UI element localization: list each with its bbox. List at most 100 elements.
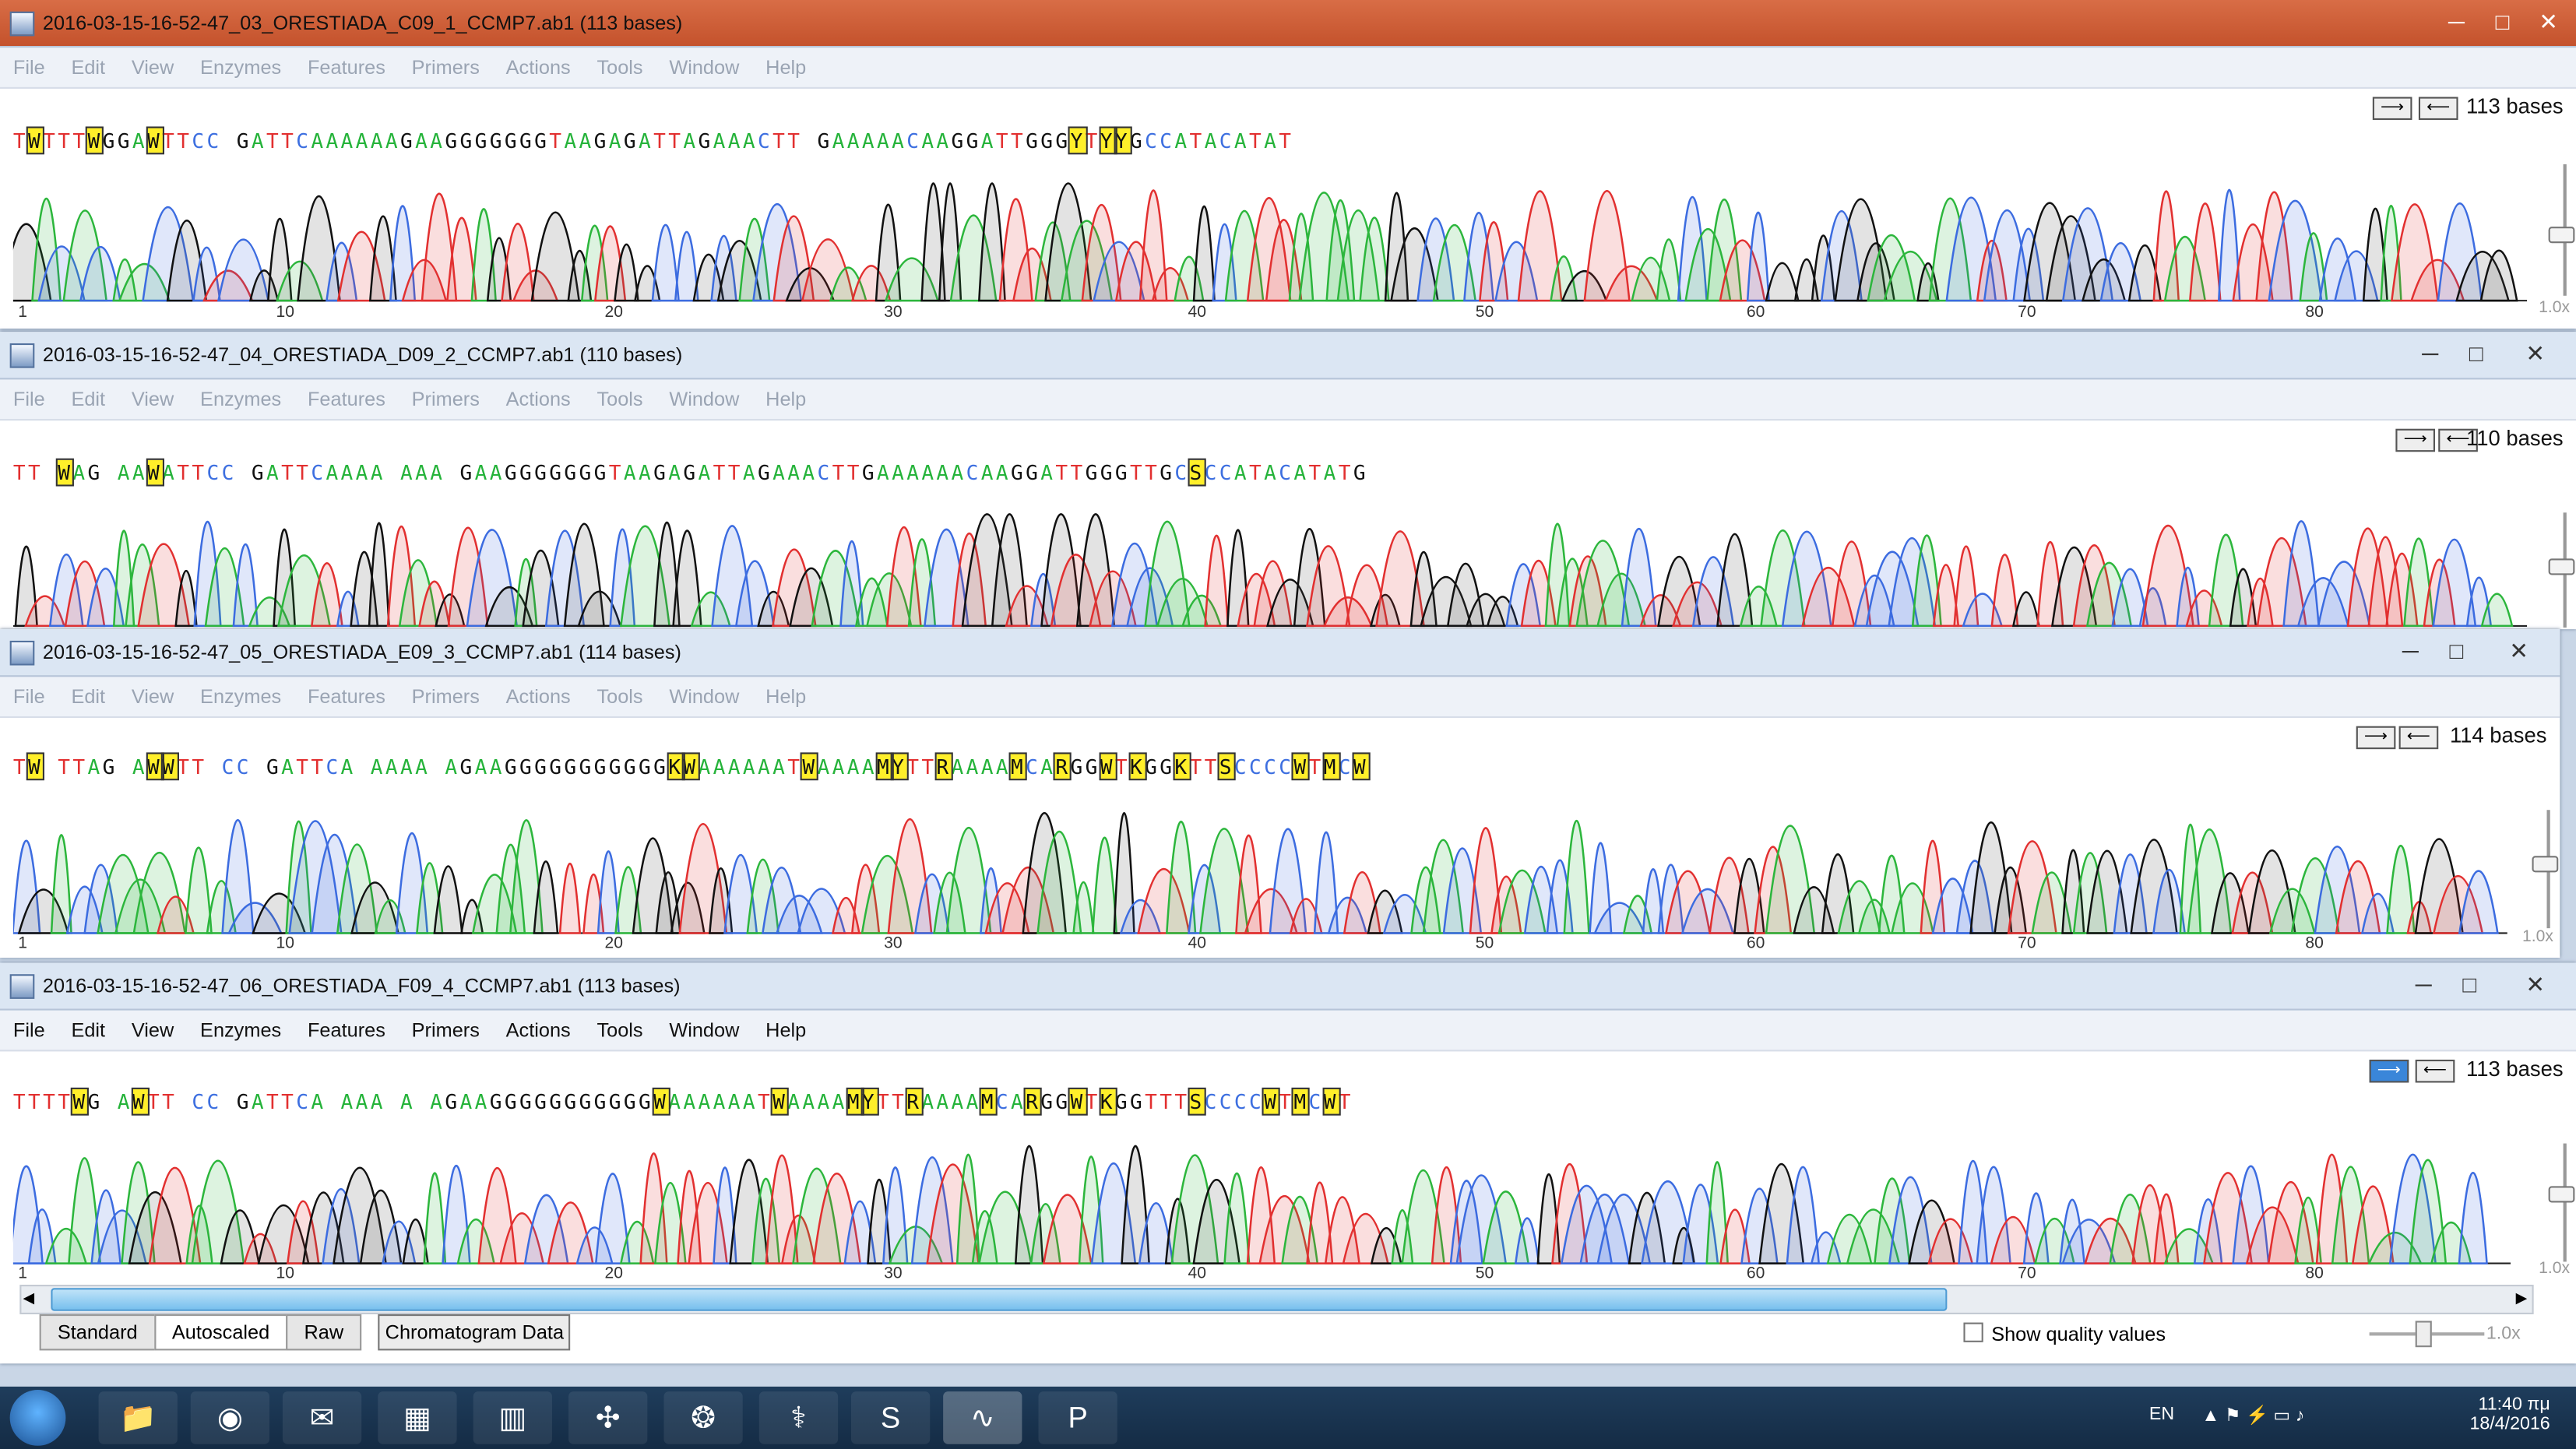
menu-help[interactable]: Help — [752, 47, 819, 87]
firefox-icon[interactable]: ◉ — [190, 1391, 270, 1444]
tray-icons[interactable]: ▲ ⚑ ⚡ ▭ ♪ — [2201, 1405, 2304, 1426]
back-arrow-icon[interactable]: ⟵ — [2398, 726, 2439, 750]
forward-arrow-icon[interactable]: ⟶ — [2372, 97, 2412, 121]
menu-tools[interactable]: Tools — [584, 47, 656, 87]
menu-edit[interactable]: Edit — [58, 47, 118, 87]
chromatogram-data-button[interactable]: Chromatogram Data — [378, 1314, 571, 1351]
zoom-slider-knob[interactable] — [2532, 856, 2559, 873]
scroll-right-icon[interactable]: ▶ — [2516, 1289, 2528, 1307]
forward-arrow-icon[interactable]: ⟶ — [2395, 428, 2436, 452]
sequence-window-2[interactable]: 2016-03-15-16-52-47_04_ORESTIADA_D09_2_C… — [0, 332, 2576, 630]
menu-window[interactable]: Window — [656, 47, 752, 87]
menu-actions[interactable]: Actions — [493, 1011, 584, 1050]
maximize-button[interactable]: □ — [2481, 6, 2524, 36]
menu-primers[interactable]: Primers — [399, 677, 493, 716]
tab-autoscaled[interactable]: Autoscaled — [153, 1314, 288, 1351]
zoom-slider-knob[interactable] — [2548, 1186, 2575, 1203]
maximize-button[interactable]: □ — [2448, 969, 2491, 999]
clock[interactable]: 11:40 πμ 18/4/2016 — [2455, 1394, 2550, 1434]
chromas-icon[interactable]: ∿ — [943, 1391, 1022, 1444]
checkbox-icon[interactable] — [1963, 1322, 1983, 1342]
menu-edit[interactable]: Edit — [58, 1011, 118, 1050]
menu-tools[interactable]: Tools — [584, 677, 656, 716]
app-icon-green[interactable]: ▦ — [378, 1391, 457, 1444]
menu-view[interactable]: View — [118, 379, 187, 419]
show-quality-checkbox[interactable]: Show quality values — [1963, 1322, 2166, 1345]
menu-help[interactable]: Help — [752, 1011, 819, 1050]
menu-window[interactable]: Window — [656, 379, 752, 419]
language-indicator[interactable]: EN — [2149, 1405, 2174, 1424]
menu-window[interactable]: Window — [656, 1011, 752, 1050]
back-arrow-icon[interactable]: ⟵ — [2415, 1059, 2455, 1083]
menu-view[interactable]: View — [118, 677, 187, 716]
thunderbird-icon[interactable]: ✉ — [282, 1391, 362, 1444]
menu-features[interactable]: Features — [294, 379, 399, 419]
menu-file[interactable]: File — [0, 379, 58, 419]
sequence-window-3[interactable]: 2016-03-15-16-52-47_05_ORESTIADA_E09_3_C… — [0, 629, 2560, 958]
menu-features[interactable]: Features — [294, 1011, 399, 1050]
menu-view[interactable]: View — [118, 1011, 187, 1050]
shell-app-icon[interactable]: ❂ — [663, 1391, 743, 1444]
menu-edit[interactable]: Edit — [58, 379, 118, 419]
menu-help[interactable]: Help — [752, 677, 819, 716]
menu-edit[interactable]: Edit — [58, 677, 118, 716]
menu-actions[interactable]: Actions — [493, 47, 584, 87]
menu-file[interactable]: File — [0, 1011, 58, 1050]
menu-window[interactable]: Window — [656, 677, 752, 716]
close-button[interactable]: ✕ — [2527, 6, 2570, 36]
menu-enzymes[interactable]: Enzymes — [187, 677, 294, 716]
close-button[interactable]: ✕ — [2514, 969, 2557, 999]
menu-file[interactable]: File — [0, 677, 58, 716]
menu-enzymes[interactable]: Enzymes — [187, 1011, 294, 1050]
forward-arrow-icon[interactable]: ⟶ — [2356, 726, 2396, 750]
skype-icon[interactable]: S — [850, 1391, 931, 1444]
menu-view[interactable]: View — [118, 47, 187, 87]
menu-actions[interactable]: Actions — [493, 677, 584, 716]
bottom-zoom-knob[interactable] — [2415, 1321, 2432, 1348]
zoom-slider-knob[interactable] — [2548, 227, 2575, 244]
menu-help[interactable]: Help — [752, 379, 819, 419]
base: T — [921, 754, 937, 779]
minimize-button[interactable]: ─ — [2402, 969, 2445, 999]
menu-features[interactable]: Features — [294, 677, 399, 716]
powerpoint-icon[interactable]: P — [1038, 1391, 1117, 1444]
minimize-button[interactable]: ─ — [2409, 339, 2451, 368]
menu-enzymes[interactable]: Enzymes — [187, 379, 294, 419]
menu-primers[interactable]: Primers — [399, 1011, 493, 1050]
title-bar[interactable]: 2016-03-15-16-52-47_04_ORESTIADA_D09_2_C… — [0, 332, 2576, 380]
app-icon-red[interactable]: ▥ — [473, 1391, 552, 1444]
close-button[interactable]: ✕ — [2514, 339, 2557, 368]
menu-primers[interactable]: Primers — [399, 379, 493, 419]
sequence-window-1[interactable]: 2016-03-15-16-52-47_03_ORESTIADA_C09_1_C… — [0, 0, 2576, 329]
base: G — [534, 1089, 550, 1114]
maximize-button[interactable]: □ — [2455, 339, 2497, 368]
sequence-window-4[interactable]: 2016-03-15-16-52-47_06_ORESTIADA_F09_4_C… — [0, 962, 2576, 1364]
title-bar[interactable]: 2016-03-15-16-52-47_06_ORESTIADA_F09_4_C… — [0, 962, 2576, 1011]
start-button-icon[interactable] — [9, 1390, 66, 1446]
menu-features[interactable]: Features — [294, 47, 399, 87]
tab-standard[interactable]: Standard — [39, 1314, 156, 1351]
menu-tools[interactable]: Tools — [584, 1011, 656, 1050]
minimize-button[interactable]: ─ — [2435, 6, 2478, 36]
maximize-button[interactable]: □ — [2435, 636, 2478, 666]
menu-primers[interactable]: Primers — [399, 47, 493, 87]
base: T — [1145, 1089, 1160, 1114]
title-bar[interactable]: 2016-03-15-16-52-47_05_ORESTIADA_E09_3_C… — [0, 629, 2560, 677]
menu-actions[interactable]: Actions — [493, 379, 584, 419]
tab-raw[interactable]: Raw — [286, 1314, 362, 1351]
dna-app-icon[interactable]: ⚕ — [758, 1391, 839, 1444]
minimize-button[interactable]: ─ — [2389, 636, 2432, 666]
menu-file[interactable]: File — [0, 47, 58, 87]
forward-arrow-icon[interactable]: ⟶ — [2369, 1059, 2409, 1083]
zoom-slider-knob[interactable] — [2548, 558, 2575, 575]
scroll-left-icon[interactable]: ◀ — [23, 1289, 35, 1307]
menu-enzymes[interactable]: Enzymes — [187, 47, 294, 87]
close-button[interactable]: ✕ — [2497, 636, 2540, 666]
menu-tools[interactable]: Tools — [584, 379, 656, 419]
back-arrow-icon[interactable]: ⟵ — [2418, 97, 2458, 121]
network-app-icon[interactable]: ✣ — [568, 1391, 648, 1444]
scrollbar-thumb[interactable] — [51, 1288, 1948, 1311]
title-bar[interactable]: 2016-03-15-16-52-47_03_ORESTIADA_C09_1_C… — [0, 0, 2576, 48]
file-explorer-icon[interactable]: 📁 — [98, 1391, 178, 1444]
horizontal-scrollbar[interactable]: ◀ ▶ — [19, 1285, 2534, 1314]
